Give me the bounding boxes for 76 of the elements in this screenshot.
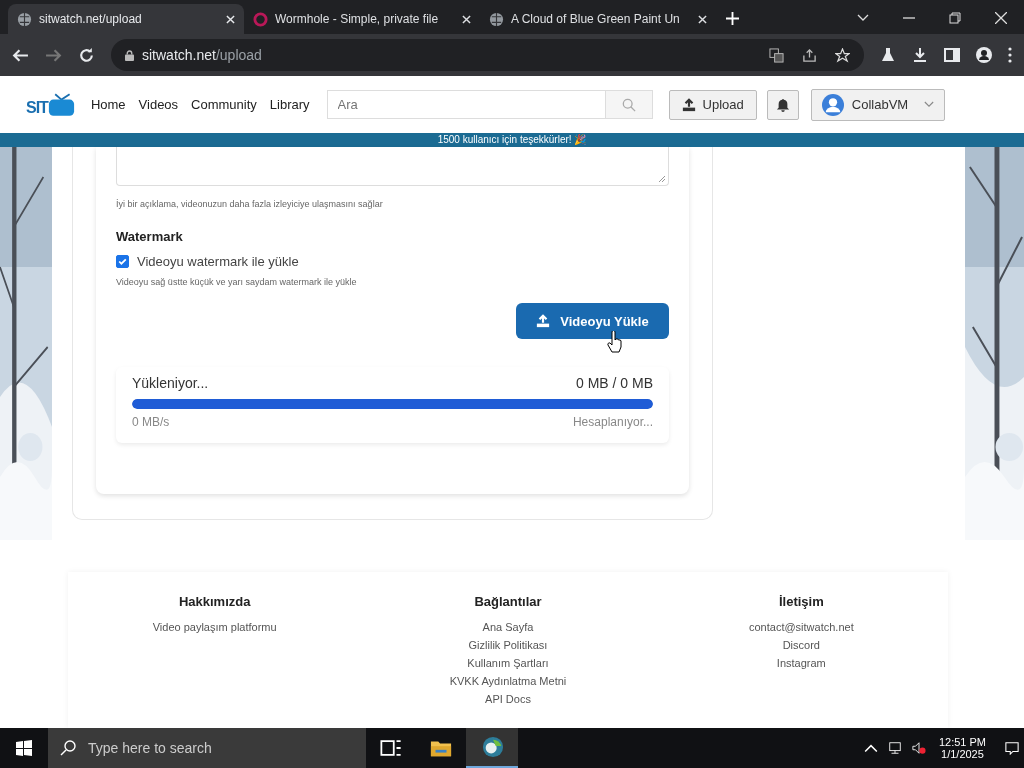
watermark-hint: Videoyu sağ üstte küçük ve yarı saydam watermark ile yükle: [116, 277, 358, 287]
footer-link[interactable]: KVKK Aydınlatma Metni: [449, 675, 567, 687]
nav-link[interactable]: Home: [90, 97, 126, 112]
site-logo[interactable]: SIT: [26, 92, 75, 117]
flask-icon[interactable]: [880, 47, 896, 63]
footer-link[interactable]: Instagram: [776, 657, 826, 669]
more-icon[interactable]: [1008, 47, 1012, 63]
browser-tab[interactable]: Wormhole - Simple, private file: [244, 4, 480, 34]
description-field[interactable]: [116, 147, 669, 186]
footer-link[interactable]: contact@sitwatch.net: [748, 621, 854, 633]
taskbar-search-field[interactable]: Type here to search: [48, 728, 366, 768]
footer-link[interactable]: API Docs: [485, 693, 531, 705]
footer-link[interactable]: Kullanım Şartları: [467, 657, 549, 669]
description-hint: İyi bir açıklama, videonuzun daha fazla izleyiciye ulaşmasını sağlar: [116, 199, 384, 209]
tab-title: sitwatch.net/upload: [39, 12, 143, 26]
upload-speed: 0 MB/s: [132, 415, 170, 429]
caret-icon: [923, 101, 934, 108]
upload-icon: [536, 314, 551, 328]
nav-link[interactable]: Library: [269, 97, 310, 112]
footer-link[interactable]: Discord: [782, 639, 820, 651]
close-icon[interactable]: [226, 14, 235, 24]
hand-cursor-icon: [607, 331, 623, 353]
account-menu[interactable]: CollabVM: [810, 88, 945, 121]
reload-icon[interactable]: [78, 46, 95, 64]
profile-icon[interactable]: [976, 47, 992, 63]
resize-grip-icon[interactable]: [658, 175, 666, 183]
speaker-muted-icon[interactable]: [911, 741, 926, 755]
checkbox[interactable]: [116, 255, 129, 268]
lock-icon: [125, 49, 134, 61]
footer-heading: İletişim: [778, 594, 824, 609]
download-icon[interactable]: [912, 47, 928, 63]
section-title: Watermark: [116, 229, 184, 244]
footer-link[interactable]: Video paylaşım platformu: [152, 621, 277, 633]
globe-icon: [17, 11, 32, 27]
upload-video-button[interactable]: Videoyu Yükle: [516, 303, 669, 339]
checkbox-label[interactable]: Videoyu watermark ile yükle: [137, 254, 299, 269]
restore-icon[interactable]: [949, 12, 961, 24]
close-icon[interactable]: [698, 14, 707, 24]
announcement-banner: 1500 kullanıcı için teşekkürler! 🎉: [0, 133, 1024, 147]
close-icon[interactable]: [462, 14, 471, 24]
footer-link[interactable]: Gizlilik Politikası: [468, 639, 548, 651]
footer-heading: Bağlantılar: [474, 594, 542, 609]
footer-heading: Hakkımızda: [178, 594, 251, 609]
avatar-icon: [821, 93, 844, 116]
clock[interactable]: 12:51 PM 1/1/2025: [938, 736, 986, 760]
nav-link[interactable]: Videos: [138, 97, 179, 112]
url-text: sitwatch.net/upload: [142, 47, 262, 63]
notifications-button[interactable]: [766, 89, 799, 120]
windows-start-icon[interactable]: [16, 740, 32, 756]
browser-app-icon[interactable]: [482, 736, 504, 758]
new-tab-icon[interactable]: [726, 12, 739, 25]
task-view-icon[interactable]: [380, 737, 402, 759]
progress-status: Yükleniyor...: [132, 375, 209, 391]
star-icon[interactable]: [835, 47, 850, 63]
share-icon[interactable]: [802, 47, 817, 63]
browser-tab[interactable]: A Cloud of Blue Green Paint Un: [480, 4, 716, 34]
globe-icon: [489, 11, 504, 27]
nav-link[interactable]: Community: [191, 97, 257, 112]
tab-title: Wormhole - Simple, private file: [275, 12, 440, 26]
notifications-icon[interactable]: [1005, 741, 1019, 755]
upload-button[interactable]: Upload: [668, 89, 757, 120]
upload-icon: [681, 97, 696, 112]
browser-tab[interactable]: sitwatch.net/upload: [8, 4, 244, 34]
footer-link[interactable]: Ana Sayfa: [482, 621, 534, 633]
time-remaining: Hesaplanıyor...: [572, 415, 653, 429]
translate-icon[interactable]: [769, 47, 784, 63]
address-bar[interactable]: sitwatch.net/upload: [111, 39, 864, 71]
progress-size: 0 MB / 0 MB: [575, 375, 653, 391]
ring-icon: [253, 11, 268, 27]
bell-icon: [775, 97, 790, 112]
tab-title: A Cloud of Blue Green Paint Un: [511, 12, 681, 26]
search-icon: [60, 740, 76, 756]
network-icon[interactable]: [887, 741, 902, 755]
search-field[interactable]: Ara: [326, 90, 605, 119]
close-icon[interactable]: [995, 12, 1007, 24]
sidebar-icon[interactable]: [944, 47, 960, 63]
